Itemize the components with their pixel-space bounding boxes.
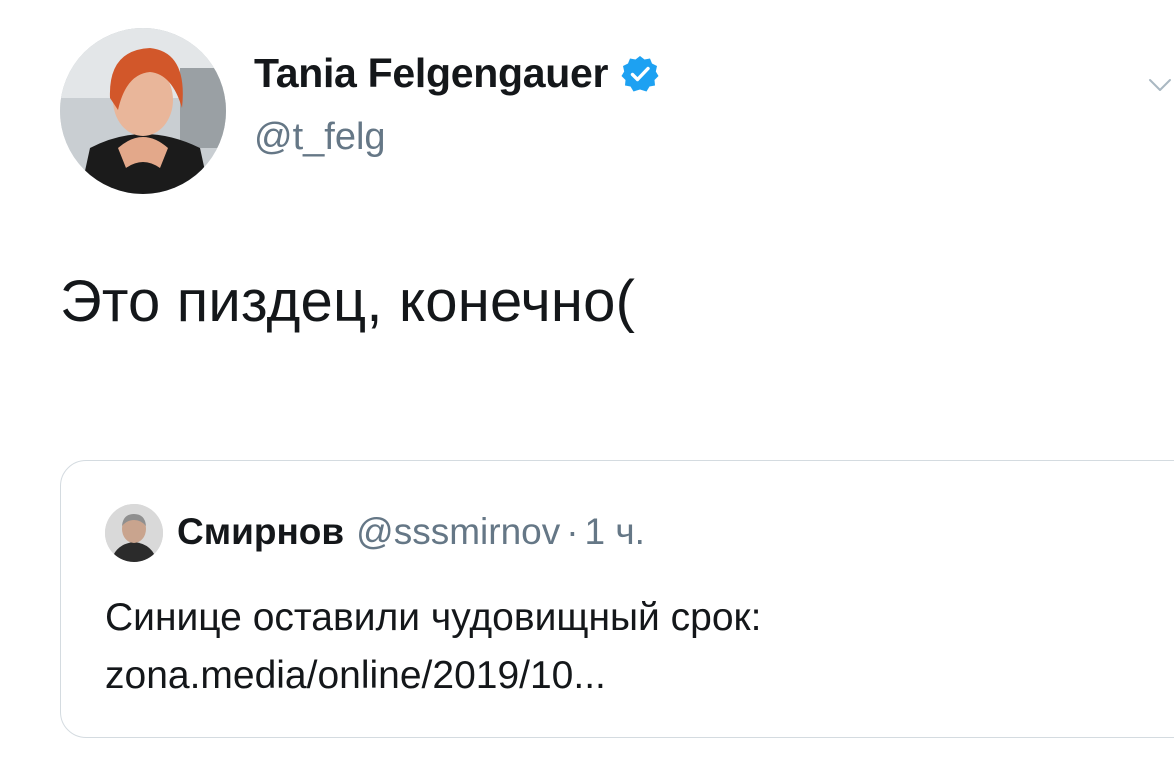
quote-author-name[interactable]: Смирнов <box>177 511 344 553</box>
quote-text-line-1: Синице оставили чудовищный срок: <box>105 596 762 639</box>
author-name-row: Tania Felgengauer <box>254 50 660 97</box>
quote-header: Смирнов @sssmirnov · 1 ч. <box>177 511 645 553</box>
author-display-name[interactable]: Tania Felgengauer <box>254 50 608 97</box>
quote-text: Синице оставили чудовищный срок: zona.me… <box>105 589 761 705</box>
author-avatar[interactable] <box>60 28 226 194</box>
quote-author-avatar[interactable] <box>105 504 163 562</box>
quote-separator: · <box>566 511 579 552</box>
quote-timestamp[interactable]: 1 ч. <box>585 511 645 553</box>
verified-badge-icon <box>620 54 660 94</box>
quote-author-handle[interactable]: @sssmirnov <box>356 511 560 553</box>
quote-text-link[interactable]: zona.media/online/2019/10... <box>105 647 761 705</box>
quoted-tweet-card[interactable]: Смирнов @sssmirnov · 1 ч. Синице оставил… <box>60 460 1174 738</box>
author-handle[interactable]: @t_felg <box>254 116 386 159</box>
tweet-text: Это пиздец, конечно( <box>60 269 636 334</box>
chevron-down-icon[interactable] <box>1146 74 1174 98</box>
